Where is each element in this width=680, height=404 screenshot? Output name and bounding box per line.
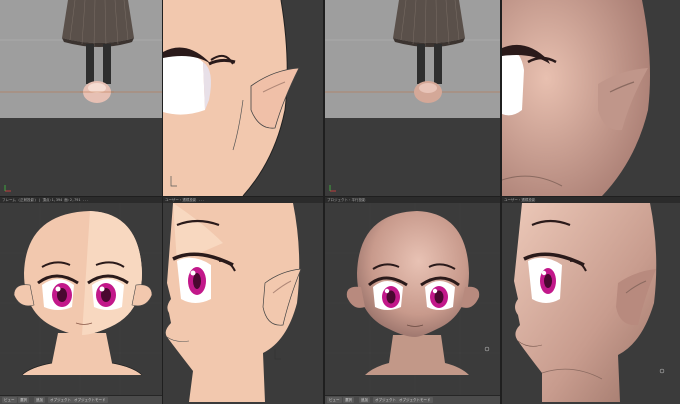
workspace: フレーム (正射投影) | 頂点:1,394 面:2,791 ... ビュー 選… xyxy=(0,0,680,404)
horizontal-divider-left[interactable] xyxy=(0,196,680,197)
viewport-top-right-lower xyxy=(325,118,500,196)
right-eye-graphic xyxy=(87,274,129,310)
head-side-shaded xyxy=(514,203,665,402)
vertical-divider-2[interactable] xyxy=(323,0,325,404)
menu-select[interactable]: 選択 xyxy=(343,397,354,403)
viewport-top-right[interactable] xyxy=(325,0,500,118)
head-side-closeup xyxy=(163,0,300,196)
viewport-top-middle[interactable] xyxy=(163,0,323,196)
vertical-divider-3[interactable] xyxy=(500,0,502,404)
mode-dropdown[interactable]: オブジェクトモード xyxy=(397,397,433,403)
menu-object[interactable]: オブジェクト xyxy=(373,397,398,403)
head-front-shaded xyxy=(325,203,500,402)
head-side-closeup-shaded xyxy=(502,0,650,196)
viewport-bottom-middle[interactable]: ユーザー・透視投影 ... xyxy=(163,197,323,404)
menu-select[interactable]: 選択 xyxy=(18,397,29,403)
head-side-flat xyxy=(165,203,302,402)
menu-view[interactable]: ビュー xyxy=(327,397,342,403)
character-body-front xyxy=(0,0,162,103)
menu-object[interactable]: オブジェクト xyxy=(48,397,73,403)
mode-dropdown[interactable]: オブジェクトモード xyxy=(72,397,108,403)
axis-gizmo xyxy=(329,184,337,192)
viewport-top-far-right[interactable] xyxy=(502,0,680,196)
viewport-bottom-right[interactable]: プロジェクト・平行投影 ビュー 選択 追加 オブジェクト オブジェクトモード xyxy=(325,197,500,404)
viewport-top-left-lower xyxy=(0,118,162,196)
viewport-bottom-left[interactable]: フレーム (正射投影) | 頂点:1,394 面:2,791 ... ビュー 選… xyxy=(0,197,162,404)
viewport-top-left[interactable] xyxy=(0,0,162,118)
head-front-flat xyxy=(0,203,162,402)
vertical-divider-1[interactable] xyxy=(162,0,163,404)
menu-view[interactable]: ビュー xyxy=(2,397,17,403)
viewport-toolbar-left: ビュー 選択 追加 オブジェクト オブジェクトモード xyxy=(0,395,162,404)
viewport-bottom-far-right[interactable]: ユーザー・透視投影 xyxy=(502,197,680,404)
character-body-front-shaded xyxy=(325,0,500,103)
menu-add[interactable]: 追加 xyxy=(34,397,45,403)
viewport-toolbar-right: ビュー 選択 追加 オブジェクト オブジェクトモード xyxy=(325,395,500,404)
menu-add[interactable]: 追加 xyxy=(359,397,370,403)
axis-gizmo xyxy=(4,184,12,192)
